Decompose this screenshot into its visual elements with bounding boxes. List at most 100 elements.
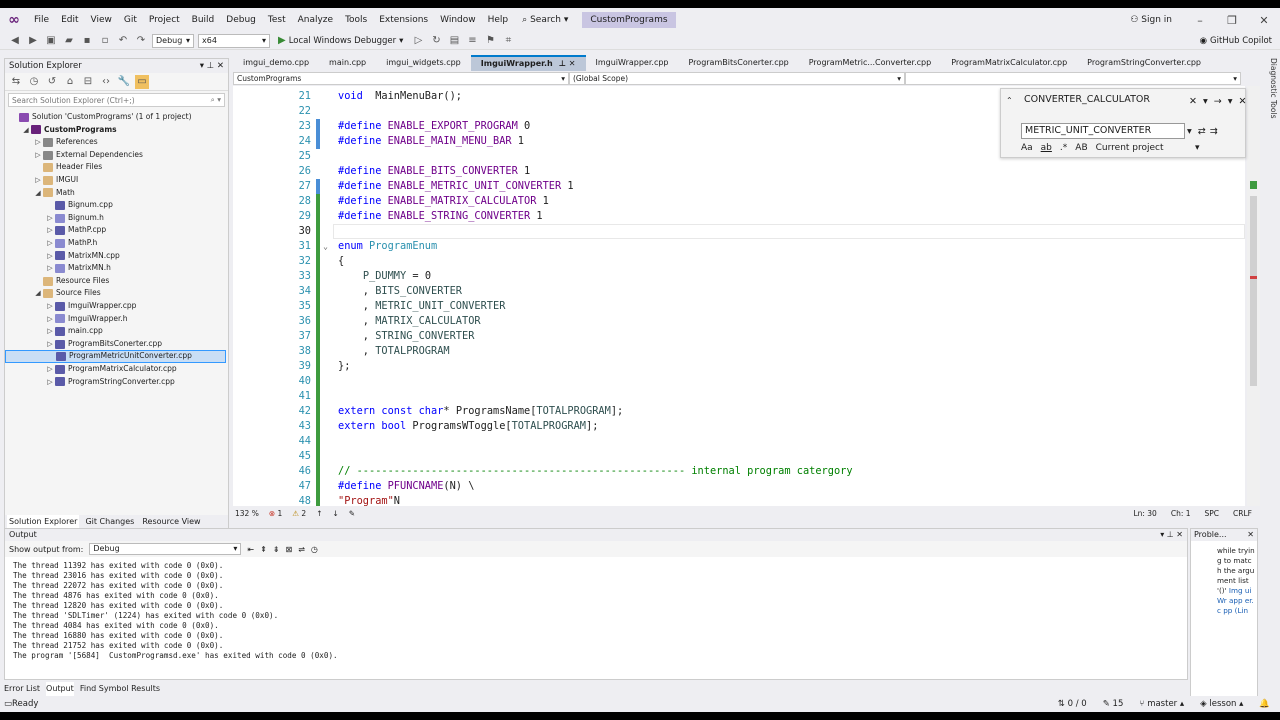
code-line[interactable]: 28 #define ENABLE_MATRIX_CALCULATOR 1 <box>233 194 1245 209</box>
tree-item[interactable]: ▷ ProgramStringConverter.cpp <box>5 376 226 389</box>
tab-git-changes[interactable]: Git Changes <box>83 515 136 529</box>
changes-status[interactable]: ✎ 15 <box>1103 699 1124 709</box>
code-line[interactable]: 39}; <box>233 359 1245 374</box>
expand-arrow-icon[interactable]: ▷ <box>45 338 55 351</box>
expand-arrow-icon[interactable]: ▷ <box>45 224 55 237</box>
expand-arrow-icon[interactable]: ◢ <box>33 187 43 200</box>
expand-arrow-icon[interactable]: ▷ <box>45 313 55 326</box>
error-count[interactable]: ⊗ 1 <box>269 509 282 518</box>
document-tab[interactable]: imgui_demo.cpp <box>233 56 319 70</box>
collapse-icon[interactable]: ⊟ <box>81 75 95 89</box>
warning-count[interactable]: ⚠ 2 <box>292 509 306 518</box>
code-line[interactable]: 47 #define PFUNCNAME(N) \ <box>233 479 1245 494</box>
save-icon[interactable]: ▪ <box>80 34 94 48</box>
line-indicator[interactable]: Ln: 30 <box>1133 509 1156 518</box>
notification-icon[interactable]: 🔔 <box>1259 699 1270 709</box>
tree-item[interactable]: ▷ main.cpp <box>5 325 226 338</box>
expand-arrow-icon[interactable]: ▷ <box>45 376 55 389</box>
tree-item[interactable]: Header Files <box>5 161 226 174</box>
menu-window[interactable]: Window <box>434 8 482 32</box>
pin-icon[interactable]: ⊥ <box>1167 530 1174 539</box>
prev-message-icon[interactable]: ⇞ <box>260 545 267 554</box>
sign-in-button[interactable]: ⚇ Sign in <box>1118 15 1184 25</box>
code-line[interactable]: 44 <box>233 434 1245 449</box>
line-ending-indicator[interactable]: CRLF <box>1233 509 1252 518</box>
menu-file[interactable]: File <box>28 8 55 32</box>
tree-item[interactable]: ▷ ImguiWrapper.cpp <box>5 300 226 313</box>
code-line[interactable]: 26 #define ENABLE_BITS_CONVERTER 1 <box>233 164 1245 179</box>
scope-select[interactable]: (Global Scope) ▾ <box>569 72 905 85</box>
vs-logo-icon[interactable]: ∞ <box>0 8 28 32</box>
fold-toggle-icon[interactable]: ⌄ <box>321 239 330 254</box>
menu-build[interactable]: Build <box>186 8 221 32</box>
config-select[interactable]: Debug ▾ <box>152 33 194 48</box>
code-line[interactable]: 36 , MATRIX_CALCULATOR <box>233 314 1245 329</box>
expand-arrow-icon[interactable]: ▷ <box>45 250 55 263</box>
code-line[interactable]: 37 , STRING_CONVERTER <box>233 329 1245 344</box>
code-line[interactable]: 48 "Program"N <box>233 494 1245 506</box>
format-icon[interactable]: ≡ <box>465 34 479 48</box>
close-find-icon[interactable]: ✕ <box>1239 96 1247 107</box>
tree-item[interactable]: ▷ MathP.h <box>5 237 226 250</box>
match-case-toggle[interactable]: Aa <box>1021 143 1033 153</box>
properties-icon[interactable]: 🔧 <box>117 75 131 89</box>
tree-item[interactable]: ▷ IMGUI <box>5 174 226 187</box>
next-message-icon[interactable]: ⇟ <box>273 545 280 554</box>
tree-item[interactable]: ▷ ProgramBitsConerter.cpp <box>5 338 226 351</box>
code-line[interactable]: 27 #define ENABLE_METRIC_UNIT_CONVERTER 1 <box>233 179 1245 194</box>
code-line[interactable]: 42 extern const char* ProgramsName[TOTALP… <box>233 404 1245 419</box>
expand-arrow-icon[interactable]: ▷ <box>33 174 43 187</box>
arrow-up-icon[interactable]: ↑ <box>316 509 322 518</box>
find-next-icon[interactable]: → <box>1214 96 1222 107</box>
replace-next-icon[interactable]: ⇄ <box>1198 126 1206 137</box>
run-debugger-button[interactable]: ▶ Local Windows Debugger ▾ <box>274 35 407 46</box>
code-line[interactable]: 30 <box>233 224 1245 239</box>
code-line[interactable]: 45 <box>233 449 1245 464</box>
indent-indicator[interactable]: SPC <box>1205 509 1220 518</box>
expand-arrow-icon[interactable]: ◢ <box>33 287 43 300</box>
timestamp-icon[interactable]: ◷ <box>311 545 318 554</box>
code-line[interactable]: 38 , TOTALPROGRAM <box>233 344 1245 359</box>
search-menu[interactable]: ⌕ Search ▾ <box>514 8 576 32</box>
menu-extensions[interactable]: Extensions <box>373 8 434 32</box>
pin-icon[interactable]: ⊥ <box>207 61 214 71</box>
code-line[interactable]: 31 ⌄ enum ProgramEnum <box>233 239 1245 254</box>
chevron-up-icon[interactable]: ⌃ <box>1006 96 1013 105</box>
github-copilot-button[interactable]: ◉ GitHub Copilot <box>1200 36 1272 46</box>
document-tab[interactable]: main.cpp <box>319 56 376 70</box>
branch-status[interactable]: ⑂ master ▴ <box>1139 699 1184 709</box>
tree-item[interactable]: Solution 'CustomPrograms' (1 of 1 projec… <box>5 111 226 124</box>
tree-item[interactable]: Bignum.cpp <box>5 199 226 212</box>
menu-tools[interactable]: Tools <box>339 8 373 32</box>
close-icon[interactable]: ✕ <box>1189 96 1197 107</box>
code-line[interactable]: 32 { <box>233 254 1245 269</box>
document-tab[interactable]: imgui_widgets.cpp <box>376 56 471 70</box>
zoom-level[interactable]: 132 % <box>235 509 259 518</box>
menu-view[interactable]: View <box>85 8 118 32</box>
tree-item[interactable]: ▷ Bignum.h <box>5 212 226 225</box>
tree-item[interactable]: ▷ References <box>5 136 226 149</box>
chevron-down-icon[interactable]: ▾ <box>200 61 204 71</box>
tab-resource-view[interactable]: Resource View <box>140 515 202 529</box>
document-tab[interactable]: ImguiWrapper.h ⊥ ✕ <box>470 55 586 71</box>
comment-icon[interactable]: ⌗ <box>501 34 515 48</box>
editor-vertical-scrollbar[interactable] <box>1247 86 1260 506</box>
brush-icon[interactable]: ✎ <box>349 509 355 518</box>
code-line[interactable]: 40 <box>233 374 1245 389</box>
code-line[interactable]: 34 , BITS_CONVERTER <box>233 284 1245 299</box>
dropdown-icon[interactable]: ▾ <box>1203 96 1208 107</box>
expand-arrow-icon[interactable]: ▷ <box>45 325 55 338</box>
document-tab[interactable]: ProgramMetric...Converter.cpp <box>799 56 941 70</box>
back-icon[interactable]: ◀ <box>8 34 22 48</box>
tree-item[interactable]: ◢ Source Files <box>5 287 226 300</box>
code-line[interactable]: 33 P_DUMMY = 0 <box>233 269 1245 284</box>
history-icon[interactable]: ◷ <box>27 75 41 89</box>
expand-arrow-icon[interactable]: ▷ <box>45 237 55 250</box>
document-tab[interactable]: ProgramStringConverter.cpp <box>1077 56 1211 70</box>
undo-icon[interactable]: ↶ <box>116 34 130 48</box>
chevron-down-icon[interactable]: ▾ <box>1187 126 1192 137</box>
refresh-icon[interactable]: ↻ <box>429 34 443 48</box>
menu-help[interactable]: Help <box>482 8 515 32</box>
chevron-down-icon[interactable]: ▾ <box>1228 96 1233 107</box>
close-icon[interactable]: ✕ <box>217 61 224 71</box>
